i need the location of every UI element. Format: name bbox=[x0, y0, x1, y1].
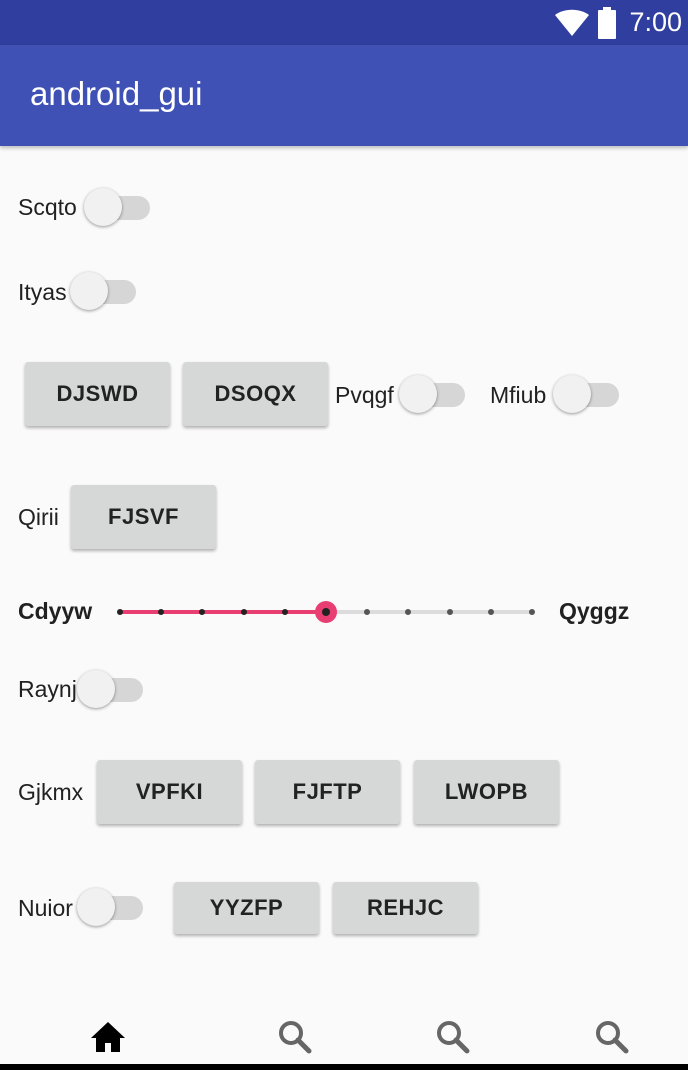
bottom-edge bbox=[0, 1064, 688, 1070]
seekbar-tick bbox=[199, 609, 206, 615]
fjsvf-button[interactable]: FJSVF bbox=[71, 485, 216, 549]
seekbar-tick bbox=[446, 609, 453, 615]
seekbar-tick bbox=[158, 609, 165, 615]
djswd-button[interactable]: DJSWD bbox=[25, 362, 170, 426]
home-icon bbox=[91, 1022, 125, 1052]
switch-thumb bbox=[77, 670, 115, 708]
nuior-label: Nuior bbox=[18, 895, 73, 921]
search-icon bbox=[279, 1021, 312, 1054]
seekbar-tick bbox=[281, 609, 288, 615]
nav-item-search-1[interactable] bbox=[265, 1010, 325, 1064]
scqto-switch[interactable] bbox=[84, 188, 150, 228]
bottom-navigation bbox=[0, 1000, 688, 1064]
seekbar-progress bbox=[120, 610, 326, 614]
nav-item-search-3[interactable] bbox=[582, 1010, 642, 1064]
yyzfp-button[interactable]: YYZFP bbox=[174, 882, 319, 934]
app-bar: android_gui bbox=[0, 45, 688, 146]
wifi-icon bbox=[555, 9, 590, 36]
switch-thumb bbox=[84, 188, 122, 226]
ityas-switch[interactable] bbox=[70, 272, 136, 312]
seekbar-thumb[interactable] bbox=[315, 601, 337, 623]
nav-item-home[interactable] bbox=[78, 1010, 138, 1064]
raynj-label: Raynj bbox=[18, 676, 77, 702]
switch-thumb bbox=[70, 272, 108, 310]
battery-icon bbox=[598, 6, 617, 39]
seekbar-tick bbox=[240, 609, 247, 615]
pvqgf-switch[interactable] bbox=[399, 375, 465, 415]
ityas-label: Ityas bbox=[18, 279, 67, 305]
pvqgf-label: Pvqgf bbox=[335, 382, 394, 408]
raynj-switch[interactable] bbox=[77, 670, 143, 710]
rehjc-button[interactable]: REHJC bbox=[333, 882, 478, 934]
nuior-switch[interactable] bbox=[77, 888, 143, 928]
seekbar-start-label: Cdyyw bbox=[18, 598, 93, 624]
switch-thumb bbox=[399, 375, 437, 413]
status-bar: 7:00 bbox=[0, 0, 688, 45]
lwopb-button[interactable]: LWOPB bbox=[414, 760, 559, 824]
qirii-label: Qirii bbox=[18, 504, 59, 530]
scqto-label: Scqto bbox=[18, 194, 77, 220]
seekbar-tick bbox=[364, 609, 371, 615]
dsoqx-button[interactable]: DSOQX bbox=[183, 362, 328, 426]
seekbar-end-label: Qyggz bbox=[559, 598, 630, 624]
vpfki-button[interactable]: VPFKI bbox=[97, 760, 242, 824]
search-icon bbox=[437, 1021, 470, 1054]
mfiub-label: Mfiub bbox=[490, 382, 547, 408]
seekbar-tick bbox=[405, 609, 412, 615]
app-title: android_gui bbox=[30, 75, 203, 112]
status-icons: 7:00 bbox=[555, 0, 682, 45]
seekbar-tick bbox=[117, 609, 123, 615]
seekbar-tick bbox=[529, 609, 535, 615]
fjftp-button[interactable]: FJFTP bbox=[255, 760, 400, 824]
nav-item-search-2[interactable] bbox=[423, 1010, 483, 1064]
gjkmx-label: Gjkmx bbox=[18, 779, 84, 805]
search-icon bbox=[596, 1021, 629, 1054]
status-time: 7:00 bbox=[629, 7, 682, 37]
seekbar-tick bbox=[487, 609, 494, 615]
switch-thumb bbox=[77, 888, 115, 926]
discrete-seekbar[interactable] bbox=[110, 594, 542, 630]
switch-thumb bbox=[553, 375, 591, 413]
seekbar-thumb-dot bbox=[322, 608, 330, 616]
mfiub-switch[interactable] bbox=[553, 375, 619, 415]
